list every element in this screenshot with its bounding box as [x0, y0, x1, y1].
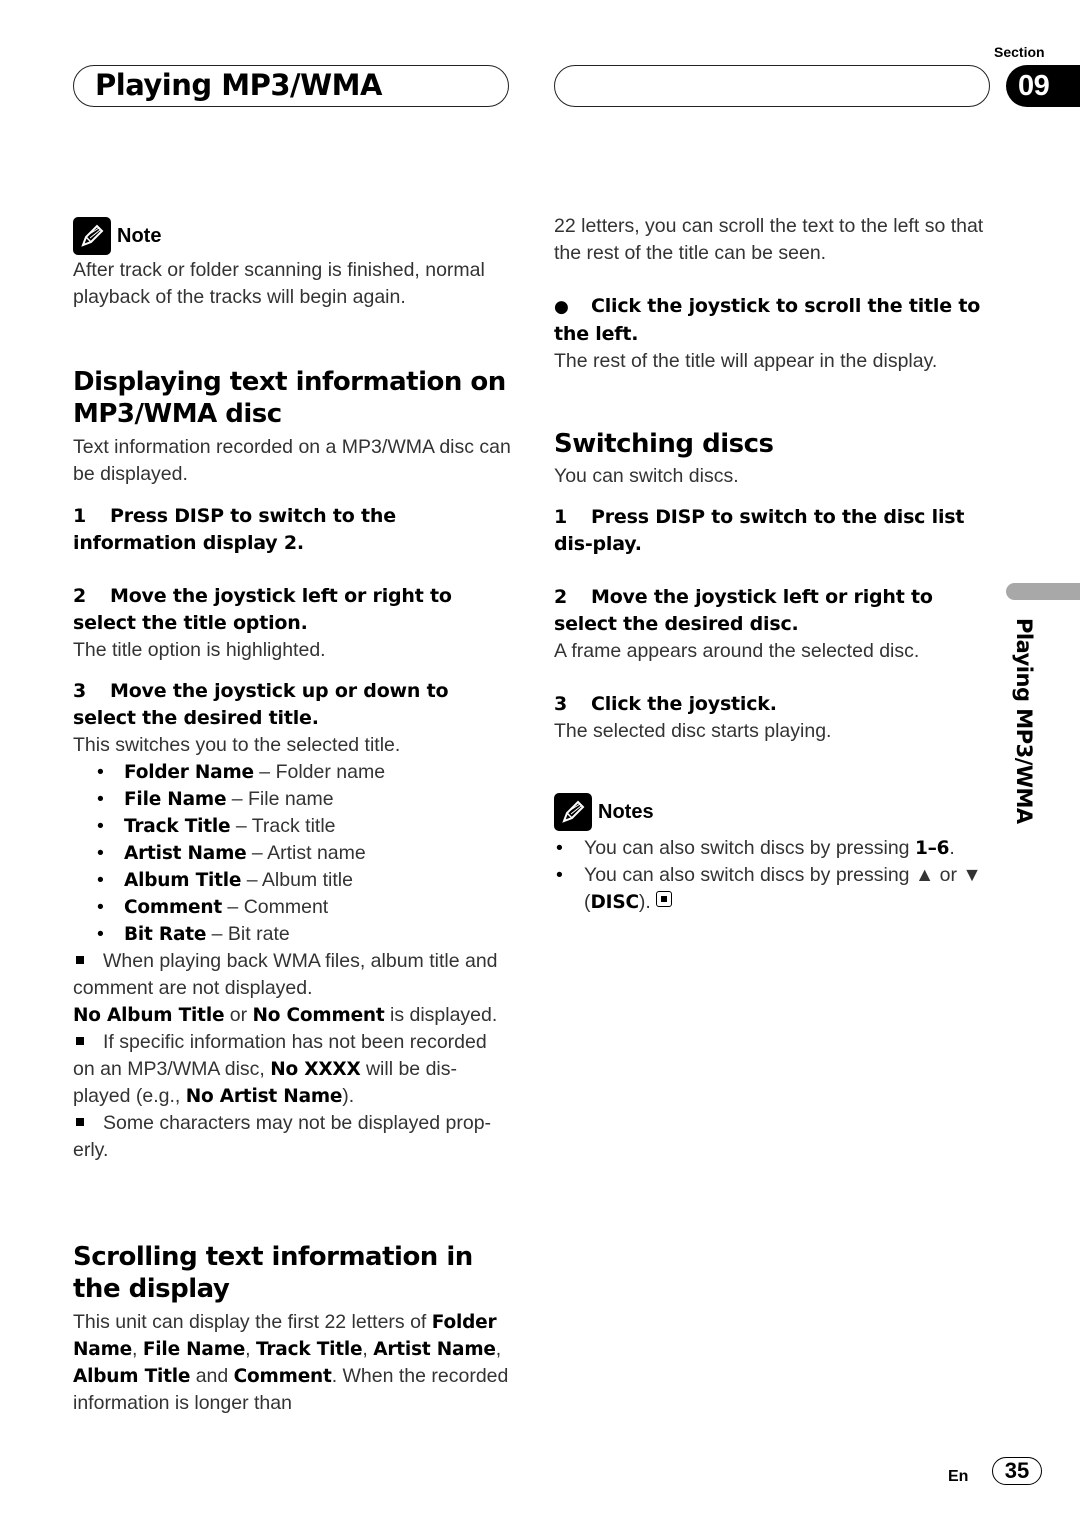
note-block: Note After track or folder scanning is f…	[73, 217, 513, 311]
step-number: 1	[73, 505, 87, 527]
switch-step-3: 3 Click the joystick.	[554, 691, 984, 718]
step-2-desc: The title option is highlighted.	[73, 639, 326, 661]
switch-step-3-desc: The selected disc starts playing.	[554, 720, 832, 742]
side-tab-label: Playing MP3/WMA	[1012, 618, 1036, 824]
remark-wma: When playing back WMA files, album title…	[73, 950, 498, 999]
remark-characters: Some characters may not be displayed pro…	[73, 1112, 492, 1161]
title-options-list: • Folder Name – Folder name • File Name – …	[73, 759, 513, 948]
step-text: Press DISP to switch to the disc list di…	[554, 506, 965, 555]
step-text: Click the joystick to scroll the title t…	[554, 295, 981, 345]
step-text: Click the joystick.	[591, 693, 777, 715]
displaying-section: Displaying text information on MP3/WMA d…	[73, 366, 513, 1164]
list-item: • You can also switch discs by pressing ▲…	[556, 864, 982, 913]
note-text: After track or folder scanning is finish…	[73, 259, 485, 308]
section-heading-scrolling: Scrolling text information in the displa…	[73, 1242, 473, 1304]
step-text: Move the joystick left or right to selec…	[554, 586, 933, 635]
list-item: • Album Title – Album title	[97, 869, 353, 891]
switch-step-2-desc: A frame appears around the selected disc…	[554, 640, 920, 662]
switching-intro: You can switch discs.	[554, 465, 739, 487]
language-label: En	[948, 1468, 969, 1485]
notes-list: • You can also switch discs by pressing 1…	[554, 835, 984, 916]
pencil-icon	[73, 217, 111, 255]
scroll-step: ● Click the joystick to scroll the title …	[554, 293, 984, 348]
step-text: Press DISP to switch to the information …	[73, 505, 396, 554]
end-of-section-icon	[656, 891, 673, 907]
list-item: • Comment – Comment	[97, 896, 329, 918]
remark-wma-result: No Album Title or No Comment is displaye…	[73, 1004, 498, 1026]
square-bullet-icon	[76, 956, 84, 965]
switch-step-1: 1 Press DISP to switch to the disc list d…	[554, 504, 984, 558]
section-heading-displaying: Displaying text information on MP3/WMA d…	[73, 367, 506, 429]
step-text: Move the joystick left or right to selec…	[73, 585, 452, 634]
notes-block: Notes • You can also switch discs by pres…	[554, 793, 984, 916]
side-tab-marker	[1006, 583, 1080, 600]
bullet-icon: ●	[554, 297, 569, 317]
step-3-desc: This switches you to the selected title.	[73, 734, 401, 756]
chapter-title-pill: Playing MP3/WMA	[73, 65, 509, 107]
step-number: 2	[554, 586, 568, 608]
list-item: • Folder Name – Folder name	[97, 761, 386, 783]
step-number: 2	[73, 585, 87, 607]
square-bullet-icon	[76, 1037, 84, 1046]
step-number: 3	[554, 693, 568, 715]
remark-no-info: If specific information has not been rec…	[73, 1031, 487, 1107]
list-item: • File Name – File name	[97, 788, 334, 810]
section-label: Section	[994, 44, 1045, 60]
switching-section: Switching discs You can switch discs. 1P…	[554, 428, 984, 745]
step-1: 1 Press DISP to switch to the information…	[73, 503, 513, 557]
step-2: 2 Move the joystick left or right to sele…	[73, 583, 513, 637]
scrolling-section: Scrolling text information in the displa…	[73, 1241, 513, 1417]
page-number: 35	[992, 1457, 1042, 1485]
scrolling-continued: 22 letters, you can scroll the text to t…	[554, 213, 984, 375]
switch-step-2: 2 Move the joystick left or right to sele…	[554, 584, 984, 638]
section-number-badge: 09	[1006, 65, 1080, 107]
blank-header-pill	[554, 65, 990, 107]
note-title: Note	[117, 224, 162, 247]
step-number: 1	[554, 506, 568, 528]
step-text: Move the joystick up or down to select t…	[73, 680, 449, 729]
displaying-intro: Text information recorded on a MP3/WMA d…	[73, 436, 511, 485]
scrolling-continued-text: 22 letters, you can scroll the text to t…	[554, 215, 984, 264]
list-item: • Artist Name – Artist name	[97, 842, 366, 864]
list-item: • Bit Rate – Bit rate	[97, 923, 290, 945]
step-number: 3	[73, 680, 87, 702]
step-3: 3 Move the joystick up or down to select …	[73, 678, 513, 732]
pencil-icon	[554, 793, 592, 831]
scroll-step-desc: The rest of the title will appear in the…	[554, 350, 938, 372]
chapter-title: Playing MP3/WMA	[95, 68, 382, 102]
scrolling-paragraph: This unit can display the first 22 lette…	[73, 1311, 509, 1414]
section-heading-switching: Switching discs	[554, 429, 774, 459]
notes-title: Notes	[598, 800, 654, 823]
list-item: • You can also switch discs by pressing 1…	[556, 837, 955, 859]
square-bullet-icon	[76, 1118, 84, 1127]
list-item: • Track Title – Track title	[97, 815, 336, 837]
